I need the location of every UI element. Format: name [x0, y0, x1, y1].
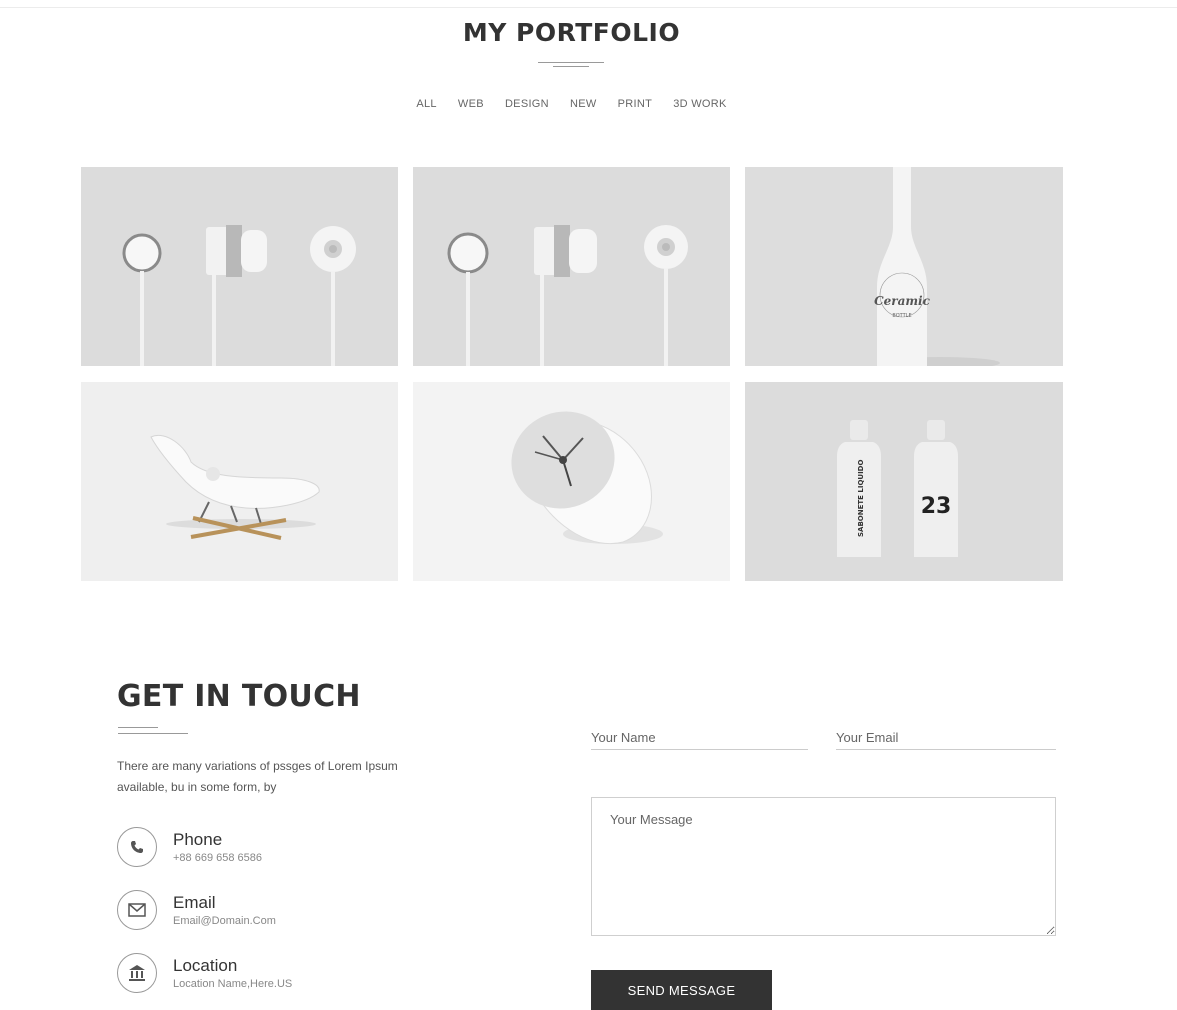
filter-new[interactable]: NEW — [570, 98, 597, 110]
contact-location: Location Location Name,Here.US — [117, 953, 377, 997]
top-divider — [0, 7, 1177, 8]
portfolio-item-lounge-chair[interactable] — [81, 382, 398, 581]
contact-title-underline-long — [118, 733, 188, 734]
filter-3d-work[interactable]: 3D WORK — [673, 98, 726, 110]
contact-title: GET IN TOUCH — [117, 679, 361, 714]
bottle-label: Ceramic — [874, 294, 931, 308]
filter-web[interactable]: WEB — [458, 98, 484, 110]
contact-email-label: Email — [173, 893, 216, 912]
send-message-button[interactable]: SEND MESSAGE — [591, 970, 772, 1010]
contact-description: There are many variations of pssges of L… — [117, 759, 398, 794]
portfolio-filters: ALL WEB DESIGN NEW PRINT 3D WORK — [0, 98, 1143, 110]
bottle-number: 23 — [921, 494, 952, 519]
contact-email: Email Email@Domain.Com — [117, 890, 377, 934]
clock-image — [413, 382, 730, 581]
earphones-image — [413, 167, 730, 366]
earphones-image — [81, 167, 398, 366]
contact-phone-value: +88 669 658 6586 — [173, 852, 263, 864]
filter-all[interactable]: ALL — [416, 98, 436, 110]
contact-title-underline — [118, 727, 158, 728]
message-field[interactable] — [591, 797, 1056, 936]
portfolio-item-earphones-2[interactable] — [413, 167, 730, 366]
contact-phone-label: Phone — [173, 830, 223, 849]
filter-design[interactable]: DESIGN — [505, 98, 549, 110]
contact-location-label: Location — [173, 956, 238, 975]
portfolio-item-liquid-bottles[interactable]: SABONETE LIQUIDO 23 — [745, 382, 1063, 581]
title-underline-short — [553, 66, 589, 67]
name-field[interactable] — [591, 726, 808, 750]
title-underline — [538, 62, 604, 63]
phone-icon — [117, 827, 157, 867]
envelope-icon — [117, 890, 157, 930]
contact-email-value: Email@Domain.Com — [173, 915, 276, 927]
contact-phone: Phone +88 669 658 6586 — [117, 827, 377, 871]
portfolio-item-earphones[interactable] — [81, 167, 398, 366]
bottle-sub-label: BOTTLE — [892, 313, 911, 319]
portfolio-title: MY PORTFOLIO — [462, 18, 681, 47]
bottle-image: Ceramic BOTTLE — [745, 167, 1063, 366]
bottles-image: SABONETE LIQUIDO 23 — [745, 382, 1063, 581]
bank-icon — [117, 953, 157, 993]
sabonete-label: SABONETE LIQUIDO — [857, 460, 865, 537]
chair-image — [81, 382, 398, 581]
email-field[interactable] — [836, 726, 1056, 750]
contact-location-value: Location Name,Here.US — [173, 978, 293, 990]
portfolio-item-ceramic-bottle[interactable]: Ceramic BOTTLE — [745, 167, 1063, 366]
filter-print[interactable]: PRINT — [618, 98, 653, 110]
portfolio-item-desk-clock[interactable] — [413, 382, 730, 581]
